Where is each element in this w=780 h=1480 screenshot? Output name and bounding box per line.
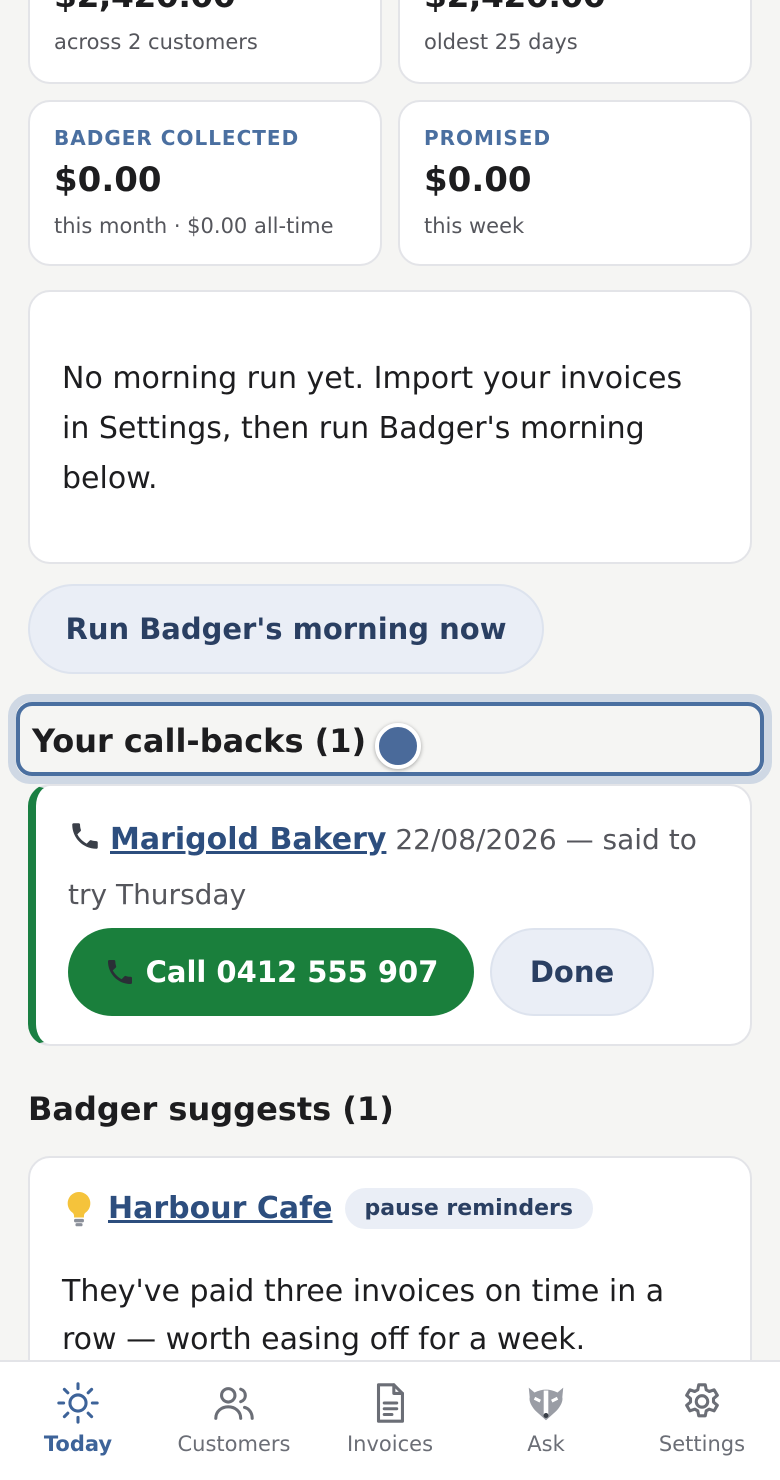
document-icon <box>376 1383 404 1423</box>
stat-amount: $2,420.00 <box>424 0 606 15</box>
suggestions-heading: Badger suggests (1) <box>28 1090 394 1128</box>
stat-card-promised: PROMISED $0.00 this week <box>398 100 752 266</box>
stat-sub: this month · $0.00 all-time <box>54 214 334 238</box>
callback-line: Marigold Bakery 22/08/2026 — said to try… <box>68 814 720 920</box>
stat-amount: $0.00 <box>424 160 532 200</box>
call-button-label: Call 0412 555 907 <box>145 955 439 989</box>
suggestion-body: They've paid three invoices on time in a… <box>62 1274 665 1357</box>
morning-status-card: No morning run yet. Import your invoices… <box>28 290 752 564</box>
stat-card-overdue: $2,420.00 oldest 25 days <box>398 0 752 84</box>
bottom-tab-bar: Today Customers Invoices Ask Settings <box>0 1360 780 1480</box>
stat-amount: $0.00 <box>54 160 162 200</box>
callback-card: Marigold Bakery 22/08/2026 — said to try… <box>28 784 752 1046</box>
sun-icon <box>57 1382 99 1424</box>
tab-invoices[interactable]: Invoices <box>312 1362 468 1480</box>
tab-today[interactable]: Today <box>0 1362 156 1480</box>
stat-label: BADGER COLLECTED <box>54 126 300 150</box>
suggestion-head: Harbour Cafe pause reminders <box>62 1188 593 1229</box>
phone-icon <box>104 956 136 988</box>
tab-ask[interactable]: Ask <box>468 1362 624 1480</box>
tab-label: Customers <box>177 1432 291 1456</box>
tab-customers[interactable]: Customers <box>156 1362 312 1480</box>
cursor-dot <box>375 723 421 769</box>
gear-icon <box>685 1383 719 1418</box>
customer-link-harbour[interactable]: Harbour Cafe <box>108 1191 333 1226</box>
stat-amount: $2,420.00 <box>54 0 236 15</box>
stat-sub: this week <box>424 214 525 238</box>
stat-sub: oldest 25 days <box>424 30 578 54</box>
tab-label: Ask <box>527 1432 565 1456</box>
tab-settings[interactable]: Settings <box>624 1362 780 1480</box>
callbacks-heading: Your call-backs (1) <box>32 722 367 760</box>
tab-label: Today <box>43 1432 113 1456</box>
lightbulb-icon <box>62 1189 96 1229</box>
customer-link-marigold[interactable]: Marigold Bakery <box>110 822 386 857</box>
stat-label: PROMISED <box>424 126 552 150</box>
morning-status-message: No morning run yet. Import your invoices… <box>62 361 683 496</box>
stat-sub: across 2 customers <box>54 30 258 54</box>
tab-label: Invoices <box>346 1432 434 1456</box>
suggestion-tag-badge: pause reminders <box>344 1188 593 1229</box>
tab-label: Settings <box>658 1432 746 1456</box>
phone-icon <box>68 818 102 869</box>
stat-card-badger-collected: BADGER COLLECTED $0.00 this month · $0.0… <box>28 100 382 266</box>
run-morning-button[interactable]: Run Badger's morning now <box>28 584 544 674</box>
call-customer-button[interactable]: Call 0412 555 907 <box>68 928 474 1016</box>
stat-card-outstanding: $2,420.00 across 2 customers <box>28 0 382 84</box>
badger-icon <box>528 1387 564 1421</box>
callbacks-heading-box: Your call-backs (1) <box>16 702 764 776</box>
callbacks-heading-focus-ring[interactable]: Your call-backs (1) <box>8 694 772 784</box>
users-icon <box>214 1387 254 1420</box>
done-button[interactable]: Done <box>490 928 654 1016</box>
